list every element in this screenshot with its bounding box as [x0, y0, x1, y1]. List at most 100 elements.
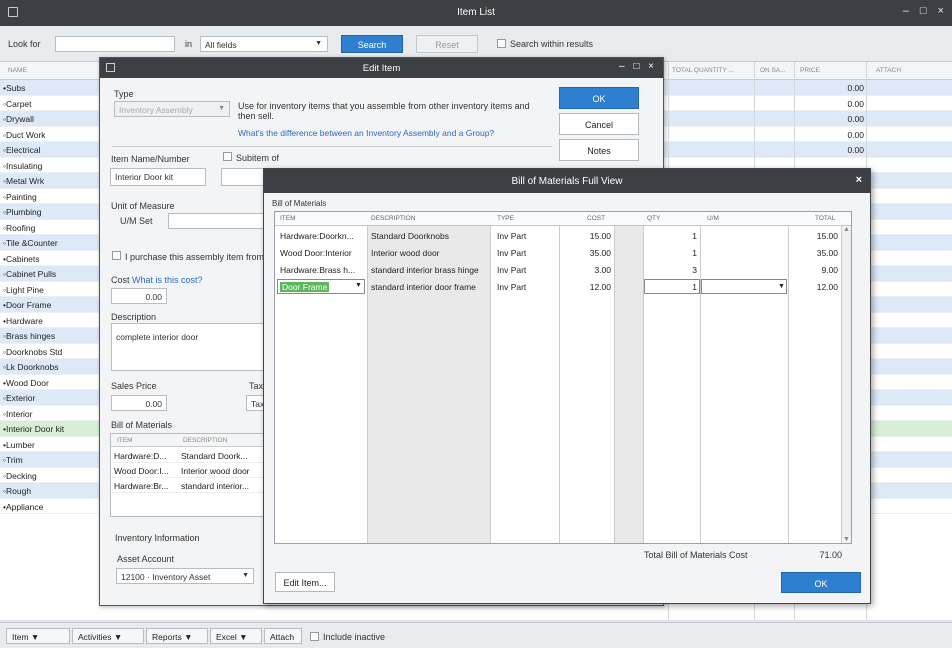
cost-input[interactable]: 0.00: [111, 288, 167, 304]
in-label: in: [185, 39, 193, 49]
cancel-button[interactable]: Cancel: [559, 113, 639, 135]
what-is-cost-link[interactable]: What is this cost?: [132, 275, 203, 285]
list-item-price: 0.00: [847, 145, 864, 155]
sales-price-input[interactable]: 0.00: [111, 395, 167, 411]
col-name[interactable]: NAME: [8, 67, 27, 74]
list-item-name: •Subs: [3, 83, 26, 93]
bom-full-view-dialog: Bill of Materials Full View × Bill of Ma…: [263, 168, 871, 604]
subitem-select[interactable]: [221, 168, 265, 186]
list-item-name: ◦Insulating: [3, 160, 43, 171]
bom-col-total[interactable]: TOTAL: [815, 215, 835, 222]
list-item-name: •Lumber: [3, 439, 35, 450]
attach-button[interactable]: Attach: [264, 628, 302, 644]
list-item-name: ◦Plumbing: [3, 207, 42, 217]
list-item-name: •Appliance: [3, 501, 44, 512]
list-item-name: •Interior Door kit: [3, 424, 65, 434]
uom-set-label: U/M Set: [120, 216, 153, 226]
bom-ok-button[interactable]: OK: [781, 572, 861, 593]
type-help-text: Use for inventory items that you assembl…: [238, 101, 530, 121]
bom-cell-qty: 3: [692, 265, 697, 275]
bom-scrollbar[interactable]: ▲ ▼: [841, 226, 851, 543]
type-difference-link[interactable]: What's the difference between an Invento…: [238, 128, 494, 138]
reports-menu-button[interactable]: Reports ▼: [146, 628, 208, 644]
bom-total-value: 71.00: [819, 550, 842, 560]
bom-cell-desc: Interior wood door: [371, 248, 440, 258]
bom-col-type[interactable]: TYPE: [497, 215, 514, 222]
search-button[interactable]: Search: [341, 35, 403, 53]
bom-col-cost[interactable]: COST: [587, 215, 605, 222]
edit-item-button[interactable]: Edit Item...: [275, 572, 335, 592]
type-select[interactable]: Inventory Assembly ▼: [114, 101, 230, 117]
edit-item-window-controls[interactable]: – □ ×: [619, 61, 657, 72]
subitem-checkbox[interactable]: [223, 152, 232, 161]
cost-label: Cost: [111, 275, 130, 285]
uom-set-input[interactable]: [168, 213, 264, 229]
list-item-name: ◦Doorknobs Std: [3, 346, 63, 357]
chevron-down-icon[interactable]: ▼: [355, 282, 362, 289]
col-on-sales[interactable]: ON SA...: [760, 67, 786, 74]
col-price[interactable]: PRICE: [800, 67, 820, 74]
bom-cell-type: Inv Part: [497, 282, 527, 292]
include-inactive-checkbox[interactable]: [310, 632, 319, 641]
bom-cell-item: Hardware:Doorkn...: [280, 231, 354, 241]
bom-col-item[interactable]: ITEM: [280, 215, 296, 222]
mini-bom-row[interactable]: Hardware:Br... standard interior...: [111, 478, 265, 493]
list-item-name: ◦Light Pine: [3, 284, 44, 295]
notes-button[interactable]: Notes: [559, 139, 639, 161]
mini-bom-desc: standard interior...: [181, 481, 250, 491]
list-item-name: ◦Carpet: [3, 98, 32, 109]
bom-col-um[interactable]: U/M: [707, 215, 719, 222]
bom-cell-qty: 1: [692, 282, 697, 292]
bom-cell-cost: 12.00: [589, 282, 611, 292]
excel-menu-label: Excel: [216, 632, 237, 642]
bom-cell-total: 12.00: [816, 282, 838, 292]
scroll-down-icon[interactable]: ▼: [843, 536, 850, 543]
bom-um-select[interactable]: ▼: [701, 279, 787, 294]
bom-label: Bill of Materials: [111, 420, 173, 430]
bom-cell-type: Inv Part: [497, 231, 527, 241]
bom-row[interactable]: Hardware:Doorkn... Standard Doorknobs Inv …: [275, 228, 839, 244]
list-item-price: 0.00: [847, 114, 864, 124]
ok-button[interactable]: OK: [559, 87, 639, 109]
purchase-checkbox[interactable]: [112, 251, 121, 260]
excel-menu-button[interactable]: Excel ▼: [210, 628, 262, 644]
reset-button[interactable]: Reset: [416, 35, 478, 53]
asset-account-select[interactable]: 12100 · Inventory Asset ▼: [116, 568, 254, 584]
activities-menu-button[interactable]: Activities ▼: [72, 628, 144, 644]
bom-cell-item[interactable]: Door Frame: [280, 282, 330, 292]
bom-cell-total: 15.00: [816, 231, 838, 241]
bom-col-desc[interactable]: DESCRIPTION: [371, 215, 415, 222]
close-icon[interactable]: ×: [856, 174, 862, 186]
list-item-name: •Cabinets: [3, 253, 40, 264]
bom-row[interactable]: Hardware:Brass h... standard interior bra…: [275, 262, 839, 278]
window-title: Item List: [457, 7, 495, 18]
search-within-checkbox[interactable]: [497, 39, 506, 48]
col-total-qty[interactable]: TOTAL QUANTITY ...: [672, 67, 734, 74]
item-menu-button[interactable]: Item ▼: [6, 628, 70, 644]
mini-bom-row[interactable]: Hardware:D... Standard Doork...: [111, 448, 265, 463]
chevron-down-icon: ▼: [242, 572, 249, 579]
scroll-up-icon[interactable]: ▲: [843, 226, 850, 233]
description-textarea[interactable]: complete interior door: [111, 323, 266, 371]
list-item-price: 0.00: [847, 83, 864, 93]
list-item-name: ◦Painting: [3, 191, 37, 202]
bom-grid[interactable]: ITEM DESCRIPTION TYPE COST QTY U/M TOTAL…: [274, 211, 852, 544]
bom-cell-desc: standard interior brass hinge: [371, 265, 479, 275]
bom-row[interactable]: Wood Door:Interior Interior wood door Inv …: [275, 245, 839, 261]
col-attach[interactable]: ATTACH: [876, 67, 901, 74]
field-select[interactable]: All fields ▼: [200, 36, 328, 52]
list-item-name: ◦Interior: [3, 408, 33, 419]
bottom-bar: Item ▼ Activities ▼ Reports ▼ Excel ▼ At…: [0, 622, 952, 648]
item-name-input[interactable]: Interior Door kit: [110, 168, 206, 186]
chevron-down-icon[interactable]: ▼: [778, 283, 785, 290]
bom-row[interactable]: Door Frame standard interior door frame In…: [275, 279, 839, 295]
bom-cell-qty: 1: [692, 248, 697, 258]
mini-bom-row[interactable]: Wood Door:I... Interior wood door: [111, 463, 265, 478]
list-item-name: ◦Electrical: [3, 145, 41, 155]
bom-mini-table[interactable]: ITEM DESCRIPTION Hardware:D... Standard D…: [110, 433, 266, 517]
list-item-name: ◦Lk Doorknobs: [3, 362, 59, 372]
bom-col-qty[interactable]: QTY: [647, 215, 660, 222]
window-controls[interactable]: – □ ×: [903, 5, 948, 17]
mini-col-item: ITEM: [117, 437, 133, 444]
look-for-input[interactable]: [55, 36, 175, 52]
